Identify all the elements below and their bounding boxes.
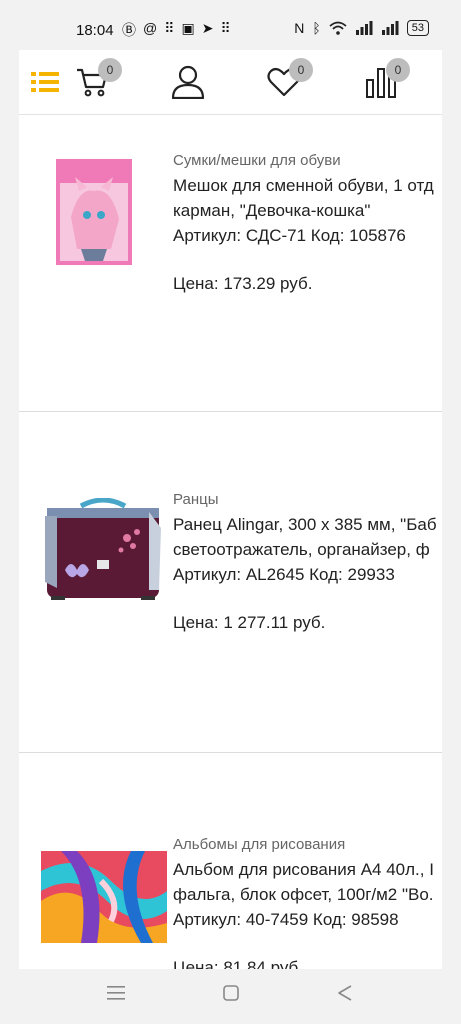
viber-icon: Ⓑ	[122, 22, 136, 38]
product-name-line: фальга, блок офсет, 100г/м2 "Во.	[173, 885, 434, 904]
product-card[interactable]: Сумки/мешки для обуви Мешок для сменной …	[19, 115, 442, 412]
product-category: Альбомы для рисования	[173, 836, 346, 853]
telegram-icon: ➤	[201, 20, 214, 36]
product-info: Ранцы Ранец Alingar, 300 х 385 мм, "Баб …	[173, 491, 437, 633]
recents-button[interactable]	[107, 984, 125, 1007]
status-time: 18:04	[76, 22, 114, 39]
product-name-line: Мешок для сменной обуви, 1 отд	[173, 176, 434, 195]
product-price: Цена: 81.84 руб.	[173, 958, 303, 969]
profile-button[interactable]	[171, 50, 205, 114]
product-name-line: Альбом для рисования А4 40л., I	[173, 860, 434, 879]
compare-button[interactable]: 0	[365, 50, 410, 114]
product-info: Сумки/мешки для обуви Мешок для сменной …	[173, 152, 434, 294]
back-button[interactable]	[336, 984, 354, 1007]
system-icons: N ᛒ 53	[294, 20, 429, 36]
signal-icon	[381, 21, 399, 35]
product-card[interactable]: Ранцы Ранец Alingar, 300 х 385 мм, "Баб …	[19, 412, 442, 753]
list-menu-icon	[31, 72, 59, 92]
top-toolbar: 0 0 0	[19, 50, 442, 115]
system-nav-bar	[0, 969, 461, 1024]
product-image-album[interactable]	[41, 851, 167, 948]
compare-count-badge: 0	[386, 58, 410, 82]
at-icon: @	[143, 20, 158, 36]
battery-icon: 53	[406, 20, 429, 36]
product-list: Сумки/мешки для обуви Мешок для сменной …	[19, 115, 442, 969]
product-price: Цена: 1 277.11 руб.	[173, 613, 326, 632]
product-name[interactable]: Мешок для сменной обуви, 1 отд карман, "…	[173, 173, 434, 223]
status-bar: 18:04 Ⓑ @ ⠿ ▣ ➤ ⠿ N ᛒ 53	[0, 0, 461, 50]
product-article: Артикул: AL2645 Код: 29933	[173, 565, 395, 584]
product-article: Артикул: СДС-71 Код: 105876	[173, 226, 406, 245]
notification-icons: Ⓑ @ ⠿ ▣ ➤ ⠿	[122, 20, 231, 40]
favorites-count-badge: 0	[289, 58, 313, 82]
footprints-icon: ⠿	[164, 20, 175, 36]
user-icon	[171, 65, 205, 99]
menu-button[interactable]	[31, 50, 59, 114]
product-article: Артикул: 40-7459 Код: 98598	[173, 910, 399, 929]
product-name-line: светоотражатель, органайзер, ф	[173, 540, 430, 559]
product-category: Ранцы	[173, 491, 219, 508]
product-info: Альбомы для рисования Альбом для рисован…	[173, 836, 434, 969]
product-name[interactable]: Ранец Alingar, 300 х 385 мм, "Баб светоо…	[173, 512, 437, 562]
product-image-backpack[interactable]	[41, 497, 165, 607]
cart-button[interactable]: 0	[76, 50, 122, 114]
product-name-line: Ранец Alingar, 300 х 385 мм, "Баб	[173, 515, 437, 534]
product-card[interactable]: Альбомы для рисования Альбом для рисован…	[19, 753, 442, 969]
product-image-shoe-bag[interactable]	[41, 157, 147, 272]
square-home-icon	[223, 985, 239, 1001]
product-name[interactable]: Альбом для рисования А4 40л., I фальга, …	[173, 857, 434, 907]
favorites-button[interactable]: 0	[267, 50, 313, 114]
wifi-icon	[329, 21, 347, 35]
nfc-icon: N	[294, 20, 305, 36]
app-icon: ▣	[181, 20, 195, 36]
signal-icon	[355, 21, 373, 35]
home-button[interactable]	[222, 984, 240, 1007]
menu-lines-icon	[107, 986, 125, 1000]
product-name-line: карман, "Девочка-кошка"	[173, 201, 371, 220]
product-category: Сумки/мешки для обуви	[173, 152, 341, 169]
cart-count-badge: 0	[98, 58, 122, 82]
footprints-icon: ⠿	[220, 20, 231, 36]
back-triangle-icon	[338, 985, 352, 1001]
bluetooth-icon: ᛒ	[312, 20, 321, 36]
product-price: Цена: 173.29 руб.	[173, 274, 313, 293]
